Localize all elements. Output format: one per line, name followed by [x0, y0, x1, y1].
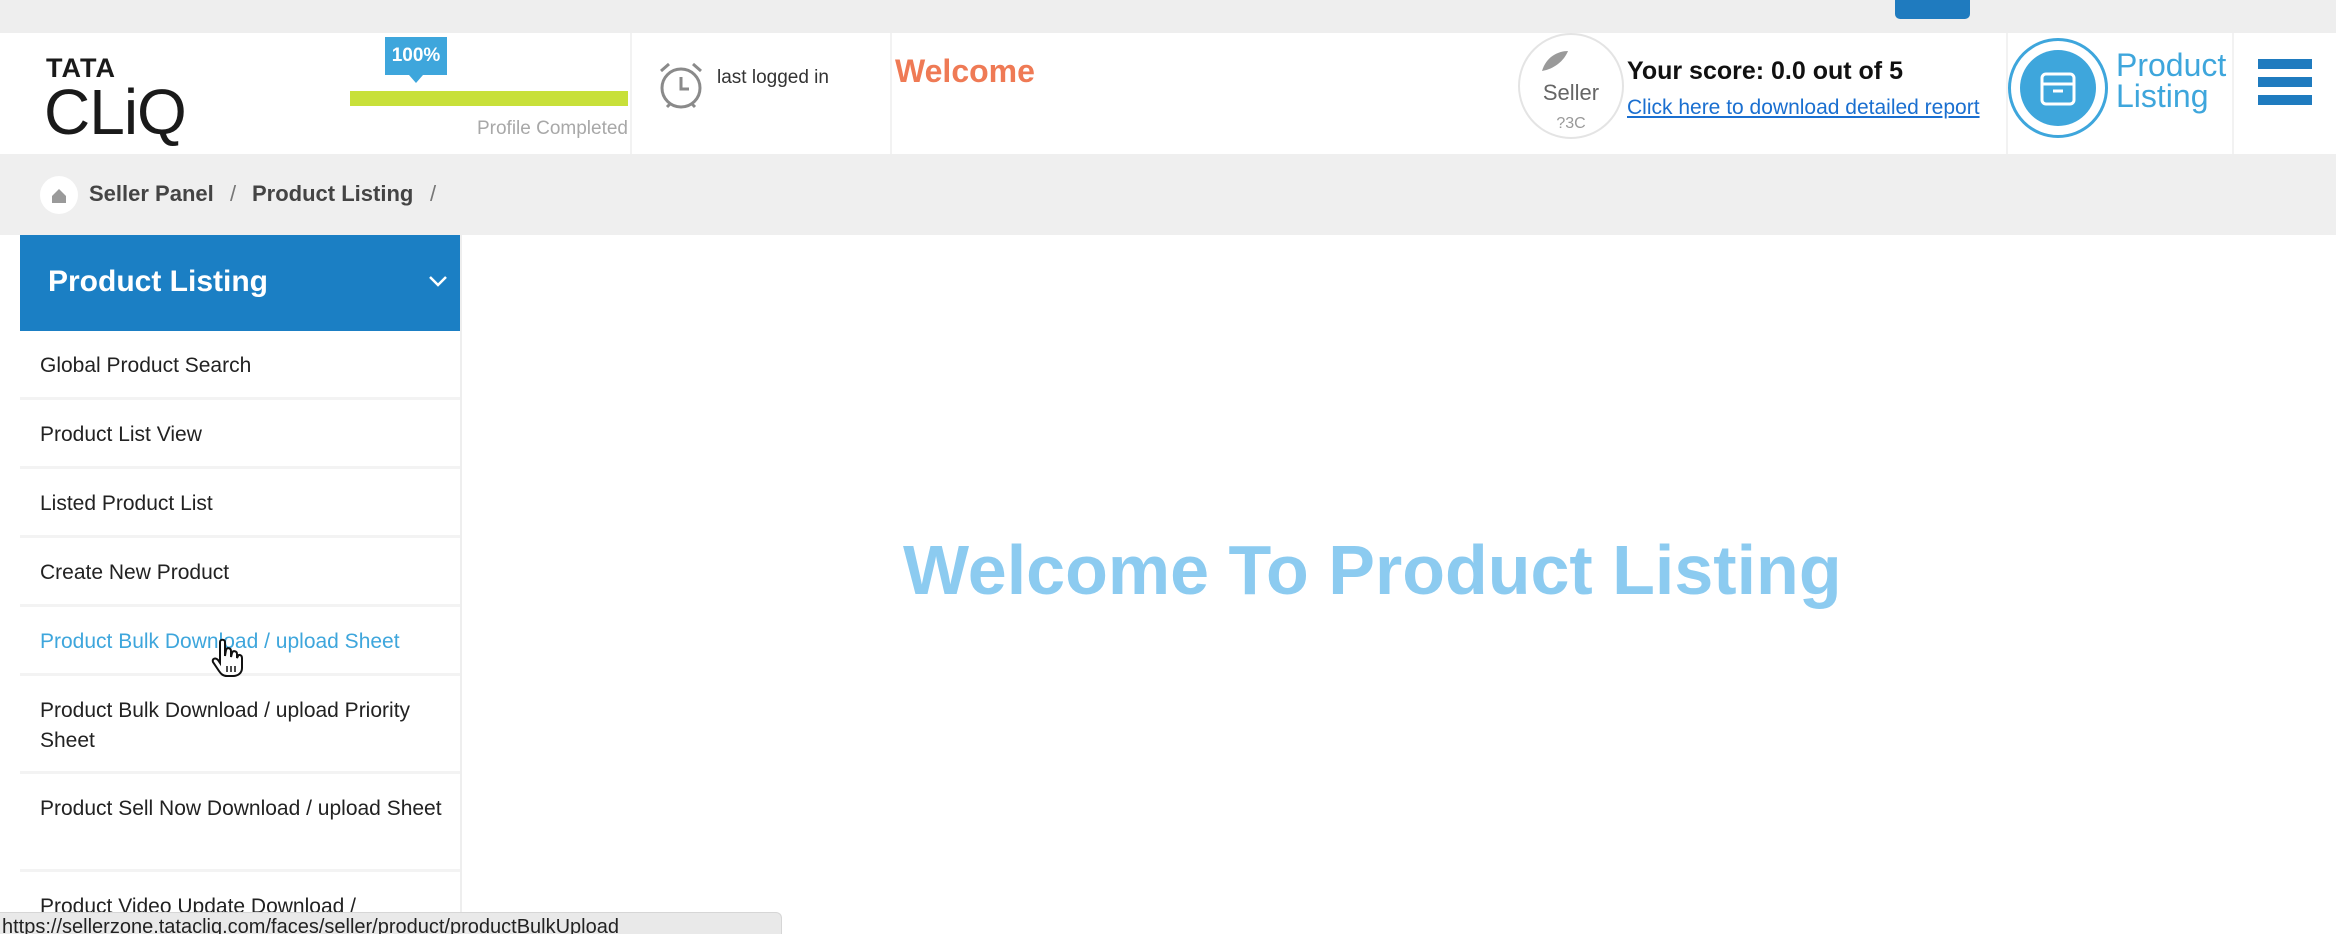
breadcrumb-separator: /: [230, 181, 237, 206]
profile-progress: 100% Profile Completed: [348, 33, 630, 154]
download-report-link[interactable]: Click here to download detailed report: [1627, 96, 1980, 120]
progress-percent-badge: 100%: [385, 37, 447, 83]
product-listing-header-label: Product Listing: [2116, 47, 2227, 114]
welcome-text: Welcome: [895, 53, 1035, 89]
logo-line2: CLiQ: [44, 76, 187, 148]
alarm-clock-icon: [660, 62, 702, 109]
sidebar-title: Product Listing: [48, 265, 268, 298]
breadcrumb-seller-panel[interactable]: Seller Panel: [89, 181, 214, 207]
profile-completed-label: Profile Completed: [476, 118, 628, 139]
seller-score: Your score: 0.0 out of 5 Click here to d…: [1627, 57, 1980, 120]
seller-avatar[interactable]: Seller ?3C: [1518, 33, 1624, 139]
seller-name: Seller: [1542, 80, 1600, 105]
sidebar-item-product-list-view[interactable]: Product List View: [20, 400, 460, 469]
last-login: last logged in: [655, 59, 895, 119]
breadcrumb: Seller Panel / Product Listing /: [0, 154, 2336, 235]
sidebar-item-create-new-product[interactable]: Create New Product: [20, 538, 460, 607]
sidebar: Product Listing Global Product Search Pr…: [20, 235, 462, 934]
sidebar-item-product-bulk-priority-sheet[interactable]: Product Bulk Download / upload Priority …: [20, 676, 460, 774]
hamburger-bar: [2258, 77, 2312, 87]
header-divider: [890, 33, 892, 154]
seller-logo-icon: [1542, 51, 1568, 71]
main-welcome-heading: Welcome To Product Listing: [903, 531, 1842, 609]
sidebar-item-global-product-search[interactable]: Global Product Search: [20, 331, 460, 400]
browser-status-bar: https://sellerzone.tatacliq.com/faces/se…: [0, 912, 782, 934]
house-icon: [52, 189, 66, 203]
sidebar-item-listed-product-list[interactable]: Listed Product List: [20, 469, 460, 538]
hamburger-bar: [2258, 59, 2312, 69]
module-line1: Product: [2116, 47, 2227, 83]
hamburger-menu-icon[interactable]: [2258, 59, 2312, 119]
module-line2: Listing: [2116, 78, 2209, 114]
home-icon[interactable]: [40, 176, 78, 214]
score-text: Your score: 0.0 out of 5: [1627, 57, 1903, 85]
header: TATA CLiQ 100% Profile Completed last lo…: [0, 33, 2336, 154]
hamburger-bar: [2258, 95, 2312, 105]
browser-top-strip: [0, 0, 2336, 33]
product-listing-icon[interactable]: [2008, 38, 2108, 138]
sidebar-header[interactable]: Product Listing: [20, 235, 460, 331]
chevron-down-icon: [429, 276, 447, 287]
tata-cliq-logo[interactable]: TATA CLiQ: [44, 53, 194, 147]
breadcrumb-separator: /: [430, 181, 437, 206]
top-tab-button[interactable]: [1895, 0, 1970, 19]
box-icon: [2040, 72, 2076, 106]
status-url: https://sellerzone.tatacliq.com/faces/se…: [2, 916, 619, 934]
sidebar-item-product-sell-now-sheet[interactable]: Product Sell Now Download / upload Sheet: [20, 774, 460, 872]
breadcrumb-product-listing[interactable]: Product Listing: [252, 181, 413, 207]
progress-bar-fill: [350, 91, 628, 106]
hand-pointer-cursor-icon: [211, 638, 243, 677]
seller-sub: ?3C: [1556, 115, 1586, 132]
progress-bar: [350, 91, 628, 106]
header-divider: [630, 33, 632, 154]
header-divider: [2232, 33, 2234, 154]
product-listing-icon-bg: [2020, 50, 2096, 126]
last-logged-in-label: last logged in: [717, 67, 829, 88]
